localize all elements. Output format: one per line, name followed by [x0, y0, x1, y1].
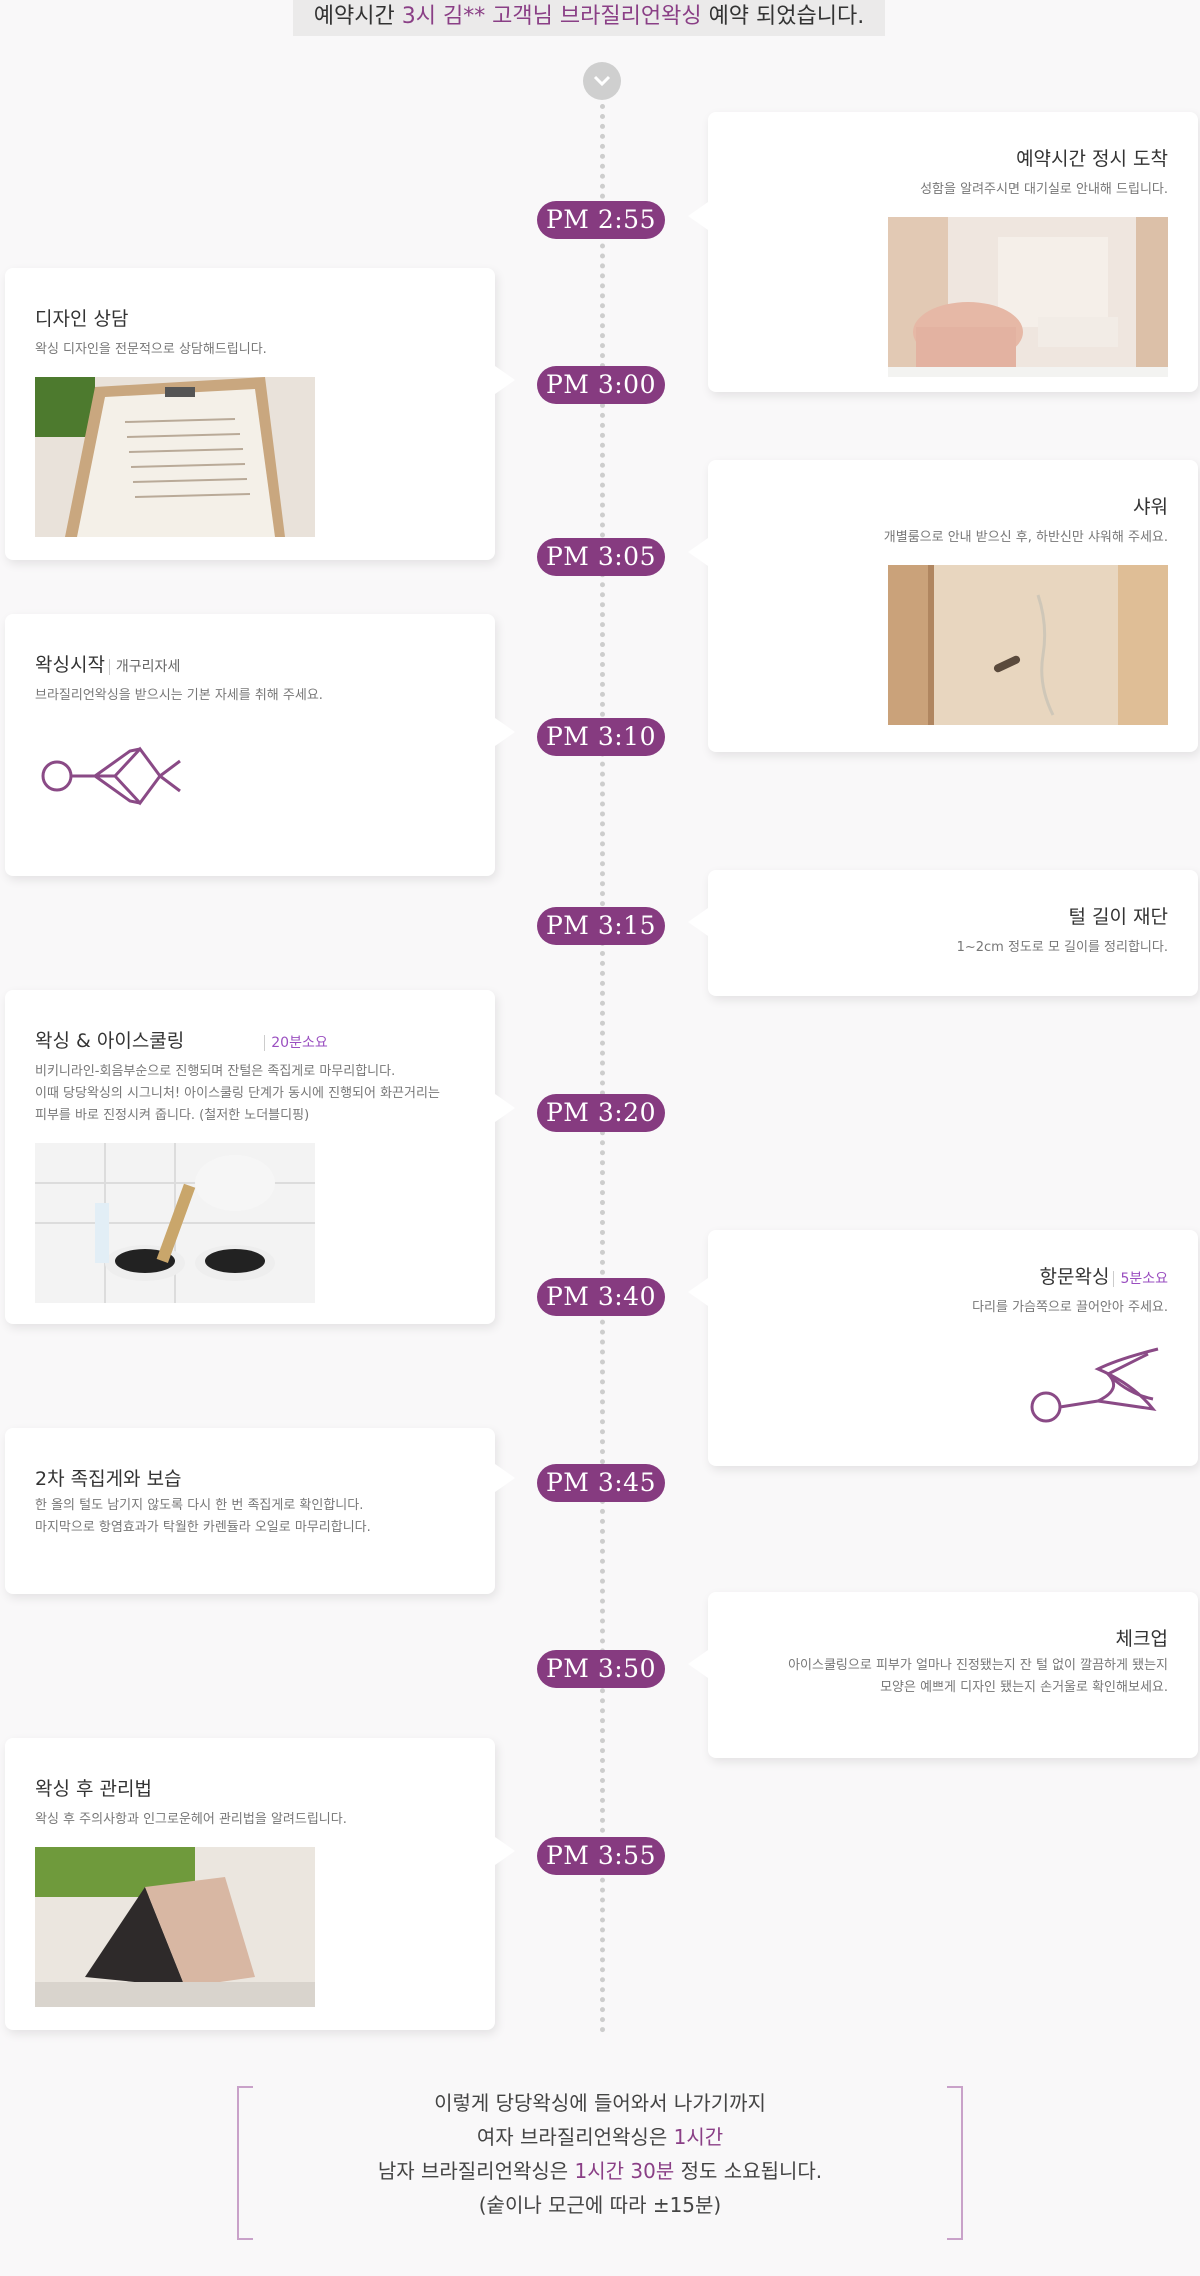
card-title: 항문왁싱 [1039, 1266, 1110, 1288]
timeline-card-trim: 털 길이 재단 1~2cm 정도로 모 길이를 정리합니다. [688, 870, 1198, 996]
card-title: 예약시간 정시 도착 [1016, 148, 1168, 170]
bracket-left [237, 2086, 253, 2240]
card-title: 왁싱 & 아이스쿨링 [35, 1030, 185, 1052]
card-title: 털 길이 재단 [1068, 906, 1168, 928]
card-subtitle: 개별룸으로 안내 받으신 후, 하반신만 샤워해 주세요. [883, 530, 1168, 545]
time-pill: PM 3:55 [537, 1837, 665, 1875]
time-pill: PM 3:50 [537, 1650, 665, 1688]
card-subtitle: 1~2cm 정도로 모 길이를 정리합니다. [956, 940, 1168, 955]
card-title: 왁싱 후 관리법 [35, 1778, 152, 1800]
card-subtitle: 아이스쿨링으로 피부가 얼마나 진정됐는지 잔 털 없이 깔끔하게 됐는지 모양… [788, 1658, 1168, 1695]
card-title: 체크업 [1115, 1628, 1168, 1650]
bracket-right [947, 2086, 963, 2240]
knee-hug-pose-icon [738, 1339, 1168, 1433]
frog-pose-icon [35, 731, 465, 835]
card-tag: 5분소요 [1113, 1271, 1168, 1287]
time-pill: PM 3:10 [537, 718, 665, 756]
time-pill: PM 3:05 [537, 538, 665, 576]
timeline-card-tweeze-moisture: 2차 족집게와 보습 한 올의 털도 남기지 않도록 다시 한 번 족집게로 확… [5, 1428, 515, 1594]
banner-pre: 예약시간 [313, 4, 402, 29]
card-subtitle: 성함을 알려주시면 대기실로 안내해 드립니다. [920, 182, 1168, 197]
summary-line-2: 여자 브라질리언왁싱은 1시간 [476, 2125, 724, 2149]
time-pill: PM 2:55 [537, 201, 665, 239]
card-subtitle: 한 올의 털도 남기지 않도록 다시 한 번 족집게로 확인합니다. 마지막으로… [35, 1498, 371, 1535]
time-pill: PM 3:15 [537, 907, 665, 945]
time-pill: PM 3:40 [537, 1278, 665, 1316]
timeline-card-checkup: 체크업 아이스쿨링으로 피부가 얼마나 진정됐는지 잔 털 없이 깔끔하게 됐는… [688, 1592, 1198, 1758]
card-title: 왁싱시작 [35, 654, 105, 676]
timeline-card-arrival: .c0::after{} 예약시간 정시 도착 성함을 알려주시면 대기실로 안… [688, 112, 1198, 392]
chevron-down-icon [583, 62, 621, 100]
card-subtitle: 왁싱 후 주의사항과 인그로운헤어 관리법을 알려드립니다. [35, 1812, 347, 1827]
shower-photo [888, 565, 1168, 725]
duration-summary: 이렇게 당당왁싱에 들어와서 나가기까지 여자 브라질리언왁싱은 1시간 남자 … [237, 2086, 963, 2240]
summary-line-3: 남자 브라질리언왁싱은 1시간 30분 정도 소요됩니다. [377, 2159, 823, 2183]
reservation-banner: 예약시간 3시 김** 고객님 브라질리언왁싱 예약 되었습니다. [293, 0, 885, 36]
summary-line-4: (숱이나 모근에 따라 ±15분) [478, 2193, 722, 2217]
banner-highlight: 3시 김** 고객님 브라질리언왁싱 [401, 4, 702, 29]
time-pill: PM 3:20 [537, 1094, 665, 1132]
card-tag: 개구리자세 [108, 659, 181, 675]
summary-line-1: 이렇게 당당왁싱에 들어와서 나가기까지 [434, 2091, 766, 2115]
card-title: 2차 족집게와 보습 [35, 1468, 182, 1490]
card-tag: 20분소요 [264, 1035, 328, 1051]
reception-photo [888, 217, 1168, 377]
clipboard-photo [35, 377, 315, 537]
timeline-card-wax-cooling: 왁싱 & 아이스쿨링 20분소요 비키니라인-회음부순으로 진행되며 잔털은 족집… [5, 990, 515, 1324]
care-card-photo [35, 1847, 315, 2007]
timeline-card-wax-start: 왁싱시작 개구리자세 브라질리언왁싱을 받으시는 기본 자세를 취해 주세요. [5, 614, 515, 876]
card-subtitle: 비키니라인-회음부순으로 진행되며 잔털은 족집게로 마무리합니다. 이때 당당… [35, 1064, 440, 1123]
timeline-card-consultation: 디자인 상담 왁싱 디자인을 전문적으로 상담해드립니다. [5, 268, 515, 560]
card-subtitle: 왁싱 디자인을 전문적으로 상담해드립니다. [35, 342, 267, 357]
card-title: 샤워 [1133, 496, 1168, 518]
card-title: 디자인 상담 [35, 308, 129, 330]
banner-post: 예약 되었습니다. [701, 4, 865, 29]
timeline-card-anal-wax: 항문왁싱 5분소요 다리를 가슴쪽으로 끌어안아 주세요. [688, 1230, 1198, 1466]
timeline-card-shower: 샤워 개별룸으로 안내 받으신 후, 하반신만 샤워해 주세요. [688, 460, 1198, 752]
time-pill: PM 3:45 [537, 1464, 665, 1502]
card-subtitle: 다리를 가슴쪽으로 끌어안아 주세요. [972, 1300, 1168, 1315]
wax-pot-photo [35, 1143, 315, 1303]
timeline-card-aftercare: 왁싱 후 관리법 왁싱 후 주의사항과 인그로운헤어 관리법을 알려드립니다. [5, 1738, 515, 2030]
card-subtitle: 브라질리언왁싱을 받으시는 기본 자세를 취해 주세요. [35, 688, 323, 703]
time-pill: PM 3:00 [537, 366, 665, 404]
